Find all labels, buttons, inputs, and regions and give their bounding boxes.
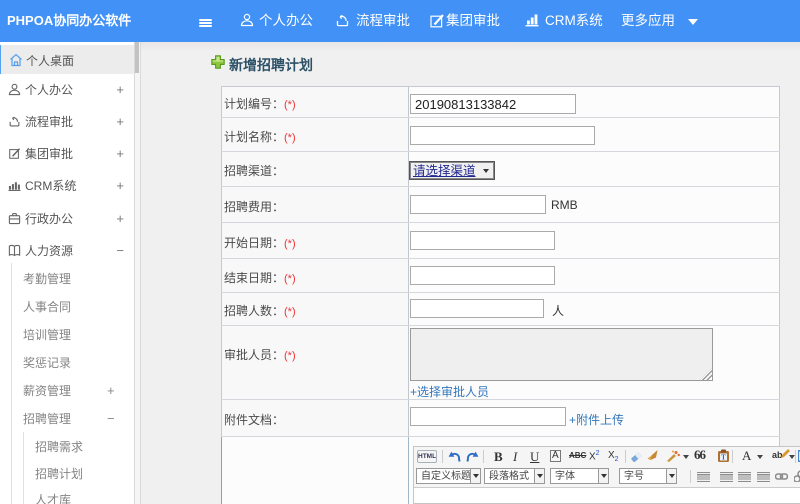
svg-text:T: T [721,454,726,462]
